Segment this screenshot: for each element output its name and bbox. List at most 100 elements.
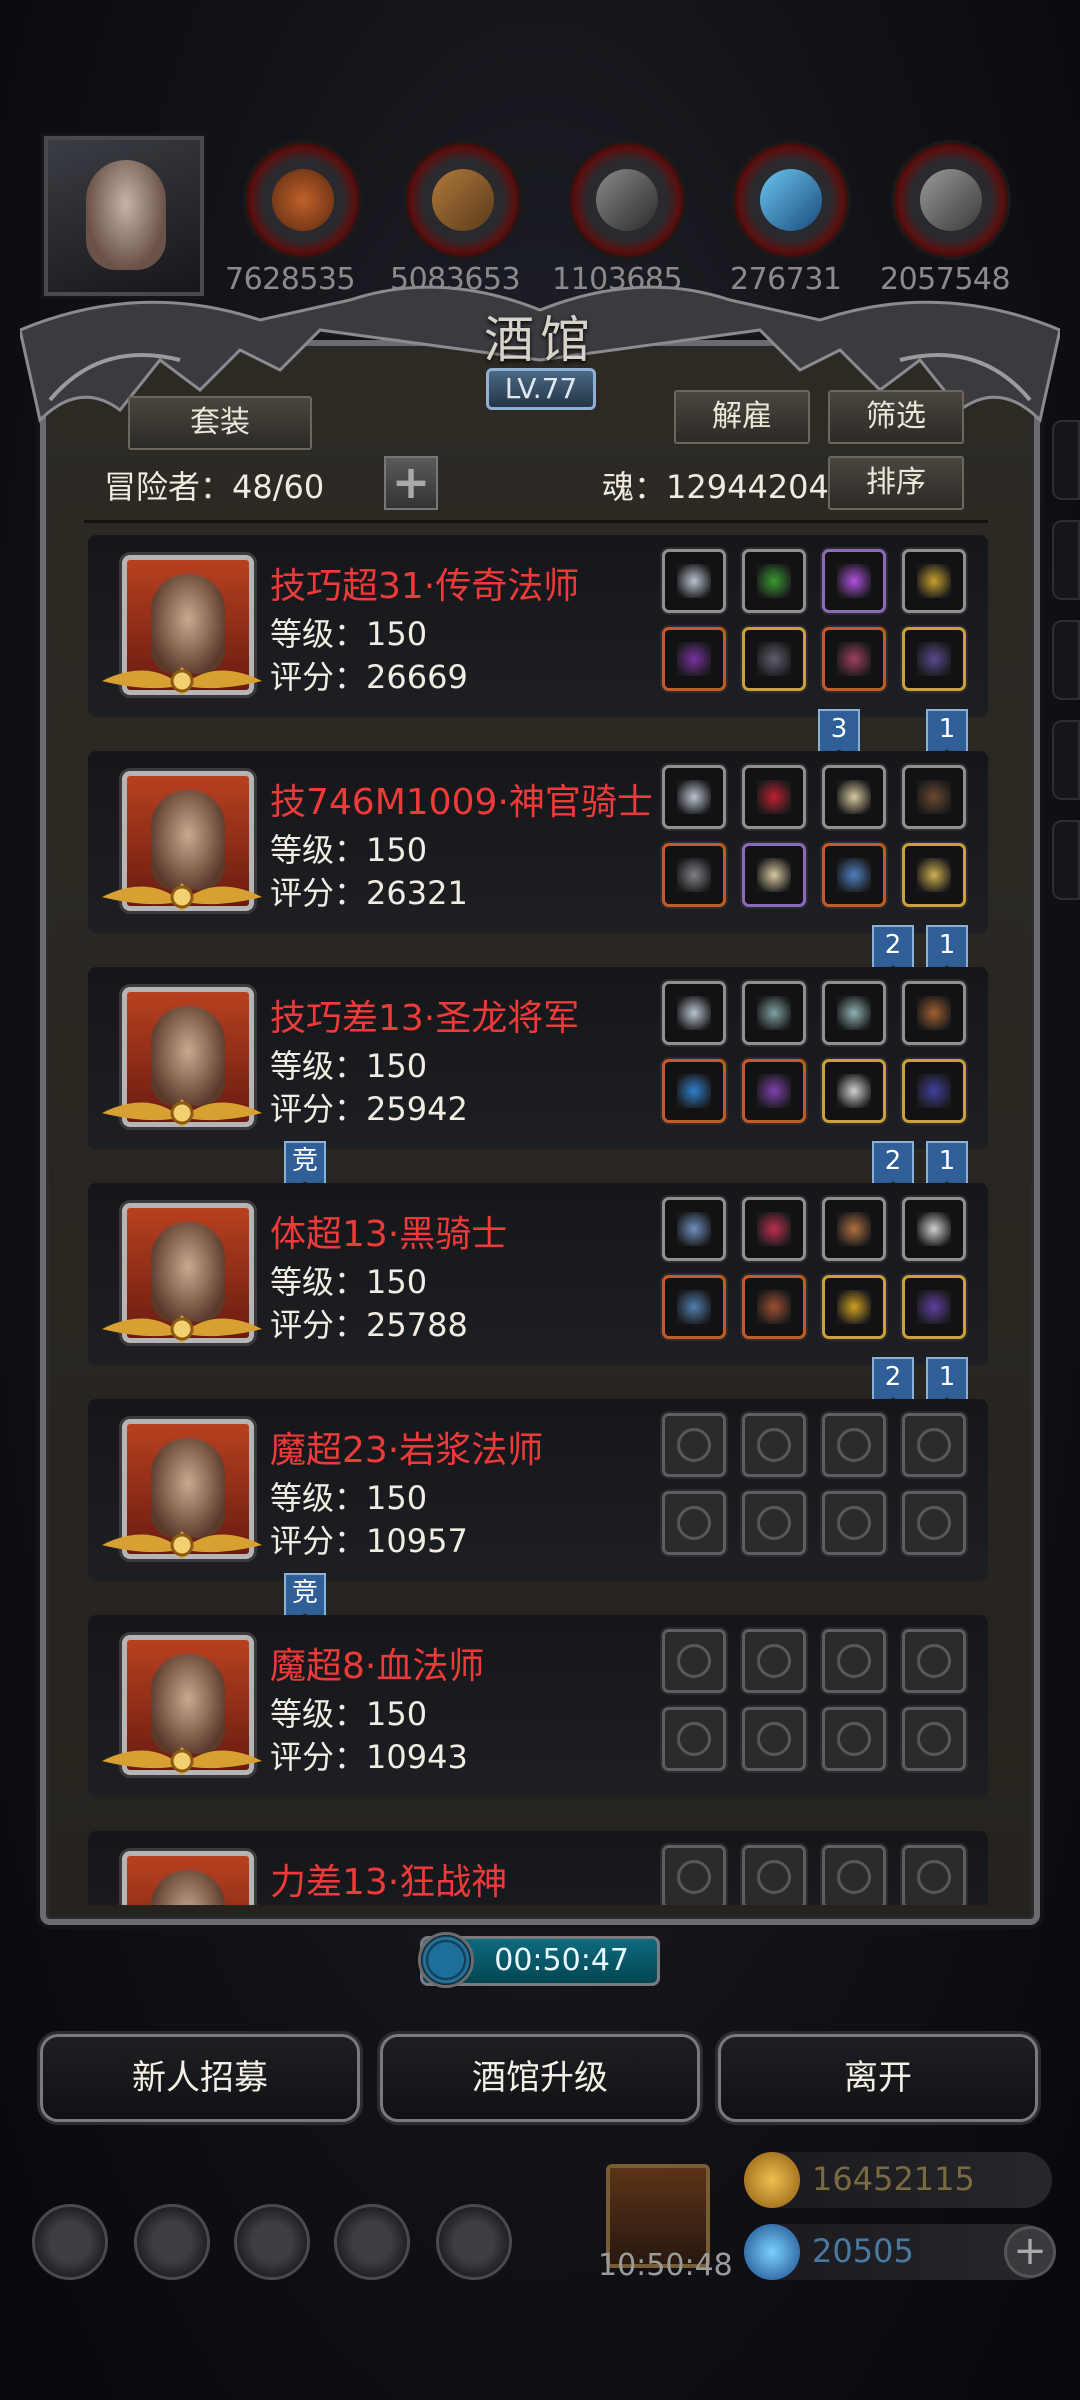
castle-icon[interactable] [234, 2204, 310, 2280]
empty-equipment-slot[interactable] [902, 1413, 966, 1477]
wing-ornament-icon [102, 1315, 262, 1343]
equipment-slot[interactable] [902, 843, 966, 907]
hero-card[interactable]: 魔超23·岩浆法师 等级：150 评分：10957 [88, 1399, 988, 1581]
equipment-item-icon [837, 1644, 871, 1678]
star-icon[interactable] [134, 2204, 210, 2280]
empty-equipment-slot[interactable] [822, 1707, 886, 1771]
side-tab[interactable] [1052, 720, 1080, 800]
equipment-slot[interactable] [742, 1197, 806, 1261]
mail-icon[interactable] [334, 2204, 410, 2280]
equipment-slot[interactable] [902, 627, 966, 691]
hero-portrait[interactable] [122, 1851, 254, 1905]
side-tab[interactable] [1052, 620, 1080, 700]
equipment-slot[interactable] [662, 981, 726, 1045]
empty-equipment-slot[interactable] [662, 1707, 726, 1771]
equipment-slot[interactable] [742, 1059, 806, 1123]
empty-equipment-slot[interactable] [822, 1491, 886, 1555]
side-tab[interactable] [1052, 820, 1080, 900]
upgrade-tavern-button[interactable]: 酒馆升级 [380, 2034, 700, 2122]
equipment-slot[interactable] [902, 981, 966, 1045]
empty-equipment-slot[interactable] [902, 1629, 966, 1693]
empty-equipment-slot[interactable] [822, 1845, 886, 1905]
settings-gear-icon[interactable] [32, 2204, 108, 2280]
equipment-slot[interactable] [742, 981, 806, 1045]
side-tab[interactable] [1052, 520, 1080, 600]
equipment-slot[interactable] [822, 981, 886, 1045]
equipment-slot[interactable] [822, 1197, 886, 1261]
equipment-item-icon [677, 1074, 711, 1108]
empty-equipment-slot[interactable] [902, 1845, 966, 1905]
equipment-slot[interactable] [822, 1275, 886, 1339]
hero-card[interactable]: 力差13·狂战神 [88, 1831, 988, 1905]
resource-iron-icon[interactable] [567, 140, 687, 260]
hero-card[interactable]: 技巧差13·圣龙将军 等级：150 评分：25942 [88, 967, 988, 1149]
equipment-slot[interactable] [902, 1197, 966, 1261]
add-currency-button[interactable]: + [1004, 2226, 1056, 2278]
empty-equipment-slot[interactable] [662, 1413, 726, 1477]
equipment-slot[interactable] [902, 1059, 966, 1123]
equipment-item-icon [757, 858, 791, 892]
equipment-slot[interactable] [742, 627, 806, 691]
equipment-item-icon [917, 1290, 951, 1324]
resource-steel-icon[interactable] [891, 140, 1011, 260]
equipment-slot[interactable] [662, 1059, 726, 1123]
equipment-slot[interactable] [662, 843, 726, 907]
hero-level: 等级：150 [270, 1479, 428, 1517]
equipment-item-icon [757, 642, 791, 676]
equipment-slot[interactable] [902, 1275, 966, 1339]
equipment-slot[interactable] [742, 765, 806, 829]
hero-score: 评分：26669 [270, 658, 468, 696]
equipment-item-icon [677, 1860, 711, 1894]
recruit-button[interactable]: 新人招募 [40, 2034, 360, 2122]
equipment-item-icon [917, 1212, 951, 1246]
equipment-slot[interactable] [662, 1197, 726, 1261]
hero-list[interactable]: 技巧超31·传奇法师 等级：150 评分：26669 3 1 技746M1009·神官骑士… [88, 535, 988, 1905]
wing-ornament-icon [102, 883, 262, 911]
hero-card[interactable]: 技746M1009·神官骑士 等级：150 评分：26321 [88, 751, 988, 933]
equipment-slot[interactable] [662, 765, 726, 829]
equipment-slot[interactable] [822, 627, 886, 691]
empty-equipment-slot[interactable] [742, 1845, 806, 1905]
resource-wood-icon[interactable] [403, 140, 523, 260]
equipment-slot[interactable] [742, 1275, 806, 1339]
resource-ore-icon[interactable] [243, 140, 363, 260]
shield-icon[interactable] [436, 2204, 512, 2280]
equipment-slot[interactable] [822, 765, 886, 829]
equipment-slot[interactable] [662, 549, 726, 613]
empty-equipment-slot[interactable] [662, 1629, 726, 1693]
hero-card[interactable]: 魔超8·血法师 等级：150 评分：10943 [88, 1615, 988, 1797]
set-button[interactable]: 套装 [128, 396, 312, 450]
empty-equipment-slot[interactable] [822, 1629, 886, 1693]
player-portrait[interactable] [44, 136, 204, 296]
empty-equipment-slot[interactable] [902, 1491, 966, 1555]
equipment-item-icon [917, 1722, 951, 1756]
equipment-slot[interactable] [662, 627, 726, 691]
equipment-slot[interactable] [662, 1275, 726, 1339]
equipment-slot[interactable] [822, 549, 886, 613]
equipment-slot[interactable] [902, 549, 966, 613]
hero-level: 等级：150 [270, 1047, 428, 1085]
empty-equipment-slot[interactable] [742, 1413, 806, 1477]
empty-equipment-slot[interactable] [902, 1707, 966, 1771]
equipment-slot[interactable] [822, 1059, 886, 1123]
empty-equipment-slot[interactable] [662, 1845, 726, 1905]
hero-card[interactable]: 体超13·黑骑士 等级：150 评分：25788 [88, 1183, 988, 1365]
hero-card[interactable]: 技巧超31·传奇法师 等级：150 评分：26669 [88, 535, 988, 717]
equipment-slot[interactable] [822, 843, 886, 907]
filter-button[interactable]: 筛选 [828, 390, 964, 444]
equipment-item-icon [677, 564, 711, 598]
add-slot-button[interactable]: + [384, 456, 438, 510]
empty-equipment-slot[interactable] [742, 1707, 806, 1771]
equipment-slot[interactable] [742, 549, 806, 613]
leave-button[interactable]: 离开 [718, 2034, 1038, 2122]
empty-equipment-slot[interactable] [662, 1491, 726, 1555]
equipment-slot[interactable] [742, 843, 806, 907]
empty-equipment-slot[interactable] [742, 1629, 806, 1693]
empty-equipment-slot[interactable] [822, 1413, 886, 1477]
equipment-slot[interactable] [902, 765, 966, 829]
empty-equipment-slot[interactable] [742, 1491, 806, 1555]
sort-button[interactable]: 排序 [828, 456, 964, 510]
resource-crystal-icon[interactable] [731, 140, 851, 260]
dismiss-button[interactable]: 解雇 [674, 390, 810, 444]
side-tab[interactable] [1052, 420, 1080, 500]
